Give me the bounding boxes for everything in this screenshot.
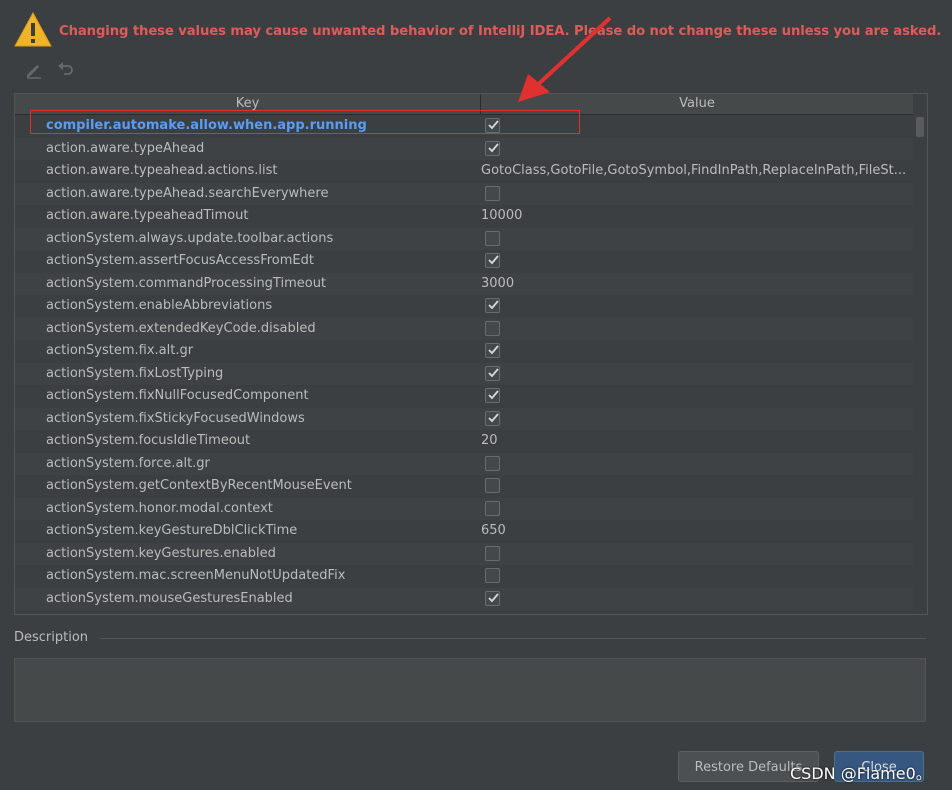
value-checkbox[interactable] (485, 568, 500, 583)
value-checkbox[interactable] (485, 590, 500, 606)
value-checkbox[interactable] (485, 500, 500, 516)
table-row[interactable]: actionSystem.enableAbbreviations (15, 295, 913, 318)
value-checkbox[interactable] (485, 298, 500, 313)
row-key: actionSystem.honor.modal.context (46, 500, 273, 516)
row-key: actionSystem.force.alt.gr (46, 455, 210, 471)
row-key: compiler.automake.allow.when.app.running (46, 118, 367, 133)
scrollbar-thumb[interactable] (916, 117, 924, 137)
value-checkbox[interactable] (485, 253, 500, 268)
pencil-icon[interactable] (24, 60, 44, 80)
checkmark-icon (488, 592, 499, 602)
row-key: actionSystem.fixLostTyping (46, 365, 224, 381)
table-row[interactable]: actionSystem.extendedKeyCode.disabled (15, 317, 913, 340)
warning-text: Changing these values may cause unwanted… (59, 24, 942, 39)
checkmark-icon (488, 300, 499, 310)
table-row[interactable]: action.aware.typeaheadTimout 10000 (15, 205, 913, 228)
row-key: action.aware.typeAhead.searchEverywhere (46, 185, 329, 201)
watermark: CSDN @Flame0。 (790, 764, 932, 783)
warning-banner: Changing these values may cause unwanted… (0, 0, 952, 58)
value-checkbox[interactable] (485, 118, 500, 133)
table-row[interactable]: actionSystem.keyGestureDblClickTime 650 (15, 520, 913, 543)
table-row[interactable]: actionSystem.force.alt.gr (15, 452, 913, 475)
table-row[interactable]: action.aware.typeAhead (15, 137, 913, 160)
column-header-value[interactable]: Value (481, 94, 913, 114)
checkmark-icon (488, 367, 499, 377)
value-checkbox[interactable] (485, 455, 500, 471)
description-label: Description (14, 630, 89, 645)
value-checkbox[interactable] (485, 320, 500, 336)
row-key: actionSystem.extendedKeyCode.disabled (46, 320, 316, 336)
row-key: actionSystem.enableAbbreviations (46, 298, 273, 313)
row-key: actionSystem.assertFocusAccessFromEdt (46, 253, 314, 268)
table-row[interactable]: actionSystem.assertFocusAccessFromEdt (15, 250, 913, 273)
table-row[interactable]: actionSystem.fixStickyFocusedWindows (15, 407, 913, 430)
value-checkbox[interactable] (485, 388, 500, 403)
checkmark-icon (488, 120, 499, 130)
row-key: actionSystem.keyGestures.enabled (46, 545, 276, 561)
table-row[interactable]: action.aware.typeahead.actions.list GotoC… (15, 160, 913, 183)
row-key: actionSystem.focusIdleTimeout (46, 433, 251, 448)
row-key: actionSystem.always.update.toolbar.actio… (46, 230, 334, 246)
table-row[interactable]: actionSystem.getContextByRecentMouseEven… (15, 475, 913, 498)
table-row[interactable]: actionSystem.mouseGesturesEnabled (15, 587, 913, 610)
row-key: actionSystem.commandProcessingTimeout (46, 275, 327, 291)
row-value[interactable]: 3000 (481, 273, 911, 296)
table-row[interactable]: actionSystem.fixLostTyping (15, 362, 913, 385)
table-row[interactable]: actionSystem.commandProcessingTimeout 300… (15, 272, 913, 296)
row-value[interactable]: 650 (481, 520, 911, 543)
row-key: actionSystem.getContextByRecentMouseEven… (46, 478, 352, 493)
value-checkbox[interactable] (485, 185, 500, 201)
table-row[interactable]: actionSystem.fix.alt.gr (15, 340, 913, 363)
checkmark-icon (488, 255, 499, 265)
value-checkbox[interactable] (485, 478, 500, 493)
vertical-scrollbar[interactable] (913, 115, 927, 614)
warning-icon (14, 12, 52, 47)
checkmark-icon (488, 390, 499, 400)
table-row[interactable]: actionSystem.keyGestures.enabled (15, 542, 913, 565)
row-key: action.aware.typeahead.actions.list (46, 163, 278, 178)
table-row[interactable]: actionSystem.always.update.toolbar.actio… (15, 227, 913, 250)
value-checkbox[interactable] (485, 140, 500, 156)
value-checkbox[interactable] (485, 545, 500, 561)
column-header-key[interactable]: Key (15, 94, 481, 114)
value-checkbox[interactable] (485, 230, 500, 246)
table-row[interactable]: actionSystem.mac.screenMenuNotUpdatedFix (15, 565, 913, 588)
table-row[interactable]: actionSystem.focusIdleTimeout 20 (15, 430, 913, 453)
registry-table: Key Value compiler.automake.allow.when.a… (14, 93, 928, 615)
table-row[interactable]: actionSystem.fixNullFocusedComponent (15, 385, 913, 408)
checkmark-icon (488, 412, 499, 422)
row-key: action.aware.typeaheadTimout (46, 208, 249, 223)
table-header: Key Value (15, 94, 913, 115)
description-box (14, 658, 926, 722)
row-key: action.aware.typeAhead (46, 140, 205, 156)
row-value[interactable]: GotoClass,GotoFile,GotoSymbol,FindInPath… (481, 160, 911, 183)
description-separator (100, 638, 926, 639)
value-checkbox[interactable] (485, 365, 500, 381)
undo-icon[interactable] (56, 60, 76, 80)
value-checkbox[interactable] (485, 343, 500, 358)
row-key: actionSystem.fixStickyFocusedWindows (46, 410, 305, 426)
row-key: actionSystem.mouseGesturesEnabled (46, 590, 293, 606)
checkmark-icon (488, 345, 499, 355)
row-key: actionSystem.keyGestureDblClickTime (46, 523, 298, 538)
table-row[interactable]: action.aware.typeAhead.searchEverywhere (15, 182, 913, 205)
row-key: actionSystem.fix.alt.gr (46, 343, 194, 358)
row-key: actionSystem.mac.screenMenuNotUpdatedFix (46, 568, 346, 583)
checkmark-icon (488, 142, 499, 152)
table-row[interactable]: actionSystem.honor.modal.context (15, 497, 913, 520)
row-key: actionSystem.fixNullFocusedComponent (46, 388, 309, 403)
row-value[interactable]: 20 (481, 430, 911, 453)
table-body: compiler.automake.allow.when.app.running… (15, 115, 913, 610)
value-checkbox[interactable] (485, 410, 500, 426)
row-value[interactable]: 10000 (481, 205, 911, 228)
table-row[interactable]: compiler.automake.allow.when.app.running (15, 115, 913, 138)
